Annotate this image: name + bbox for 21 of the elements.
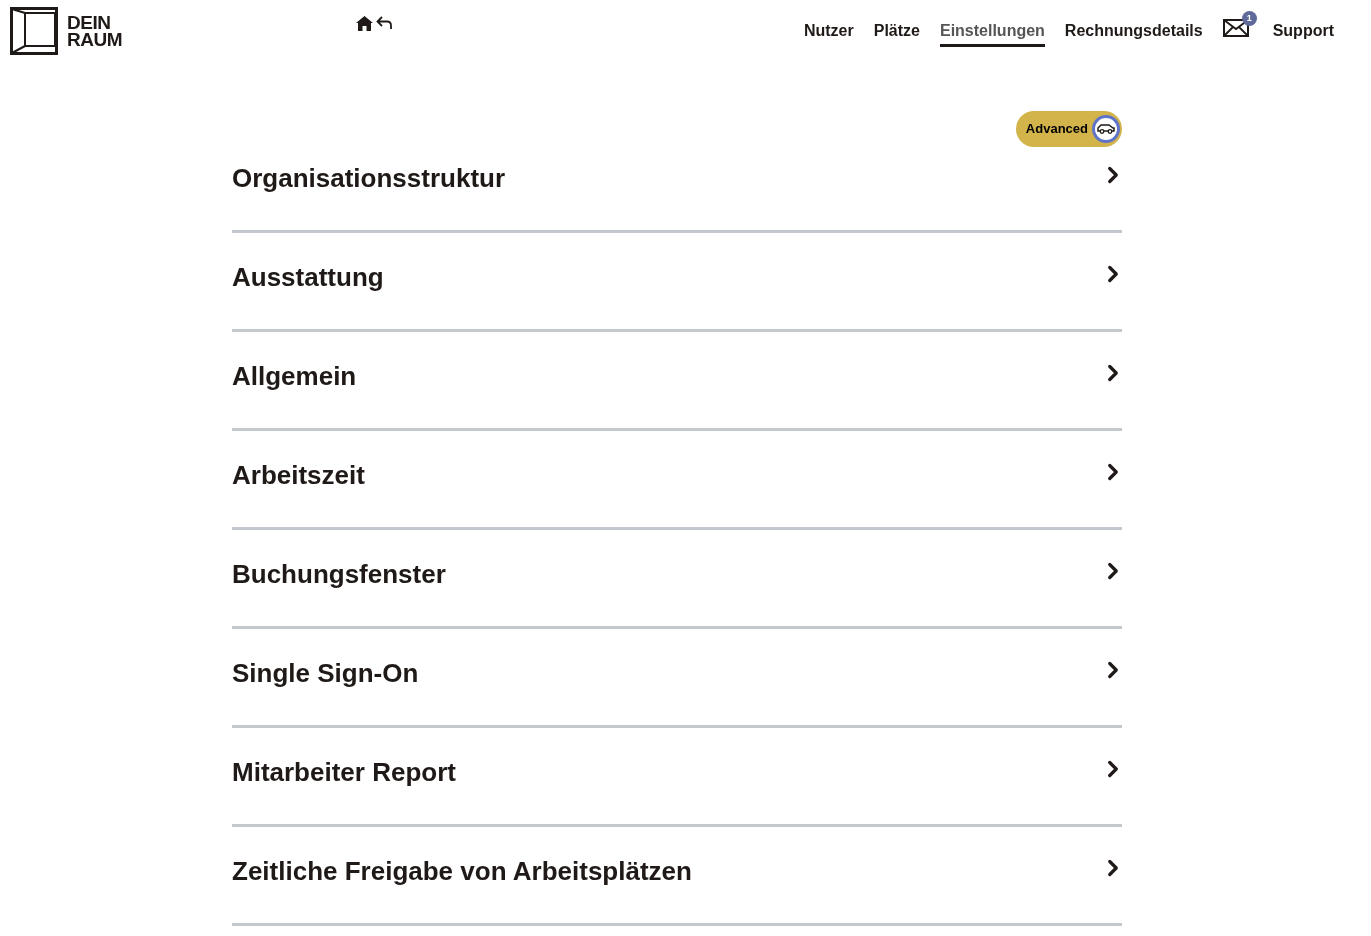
settings-section-row[interactable]: Single Sign-On xyxy=(232,629,1122,728)
advanced-toggle[interactable]: Advanced xyxy=(1015,111,1122,147)
logo-icon xyxy=(10,7,58,55)
unread-badge: 1 xyxy=(1241,11,1257,26)
settings-section-row[interactable]: Arbeitszeit xyxy=(232,431,1122,530)
car-icon xyxy=(1092,115,1120,143)
home-icon[interactable] xyxy=(356,15,374,31)
settings-section-row[interactable]: Buchungsfenster xyxy=(232,530,1122,629)
settings-section-row[interactable]: Allgemein xyxy=(232,332,1122,431)
nav-tab[interactable]: Plätze xyxy=(873,15,920,47)
settings-section-row[interactable]: Zeitliche Freigabe von Arbeitsplätzen xyxy=(232,827,1122,926)
back-icon[interactable] xyxy=(376,16,393,30)
logo-text: RAUM xyxy=(67,31,123,48)
settings-section-row[interactable]: Organisationsstruktur xyxy=(232,134,1122,233)
settings-section-row[interactable]: Ausstattung xyxy=(232,233,1122,332)
nav-tab[interactable]: Rechnungsdetails xyxy=(1064,15,1203,47)
nav-tab[interactable]: Nutzer xyxy=(803,15,854,47)
logo-text: DEIN xyxy=(67,14,112,31)
nav-tab[interactable]: Einstellungen xyxy=(939,15,1045,47)
settings-section-row[interactable]: Mitarbeiter Report xyxy=(232,728,1122,827)
support-link[interactable]: Support xyxy=(1272,15,1334,47)
